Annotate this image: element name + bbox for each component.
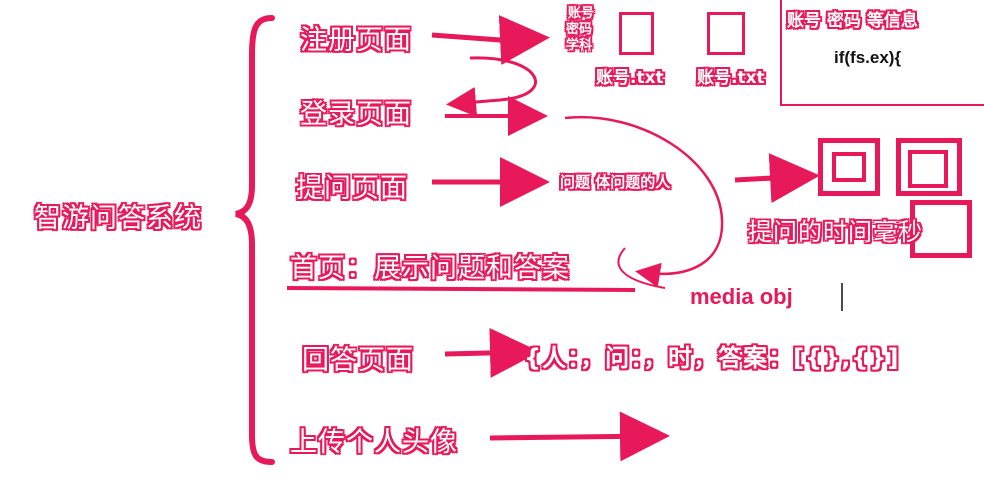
arrow-register-to-login xyxy=(446,56,537,117)
curve-login-to-home xyxy=(564,115,724,288)
branch-login: 登录页面 xyxy=(300,99,412,130)
branch-ask: 提问页面 xyxy=(296,173,408,204)
curve-home-tail xyxy=(617,247,666,289)
register-field-password: 密码 xyxy=(566,22,593,37)
branch-home: 首页：展示问题和答案 xyxy=(290,253,570,284)
arrow-answer xyxy=(444,327,540,378)
file-label-1: 账号.txt xyxy=(596,68,664,88)
file-box-1 xyxy=(619,12,654,55)
answer-structure: {人：，问：，时，答案：[{},{}] xyxy=(524,344,900,372)
branch-answer: 回答页面 xyxy=(302,345,414,376)
file-label-2: 账号.txt xyxy=(697,68,765,88)
file-box-2 xyxy=(707,12,745,55)
root-label: 智游问答系统 xyxy=(34,203,202,234)
register-field-account: 账号 xyxy=(568,6,595,21)
square-icon-right-inner xyxy=(908,150,948,188)
info-box-code: if(fs.ex){ xyxy=(834,48,902,67)
media-note: media obj xyxy=(690,284,793,309)
square-icon-left-inner xyxy=(832,152,866,182)
branch-register: 注册页面 xyxy=(300,25,412,56)
info-box-title: 账号 密码 等信息 xyxy=(787,11,918,31)
arrow-register xyxy=(431,15,550,65)
timestamp-note: 提问的时间毫秒 xyxy=(748,218,923,246)
question-note: 问题 体问题的人 xyxy=(560,173,671,191)
arrow-upload xyxy=(489,411,670,462)
register-field-subject: 学科 xyxy=(566,38,593,53)
root-brace xyxy=(235,15,275,465)
home-underline xyxy=(286,286,636,292)
arrow-question-to-boxes xyxy=(734,153,820,204)
branch-upload: 上传个人头像 xyxy=(290,427,458,458)
